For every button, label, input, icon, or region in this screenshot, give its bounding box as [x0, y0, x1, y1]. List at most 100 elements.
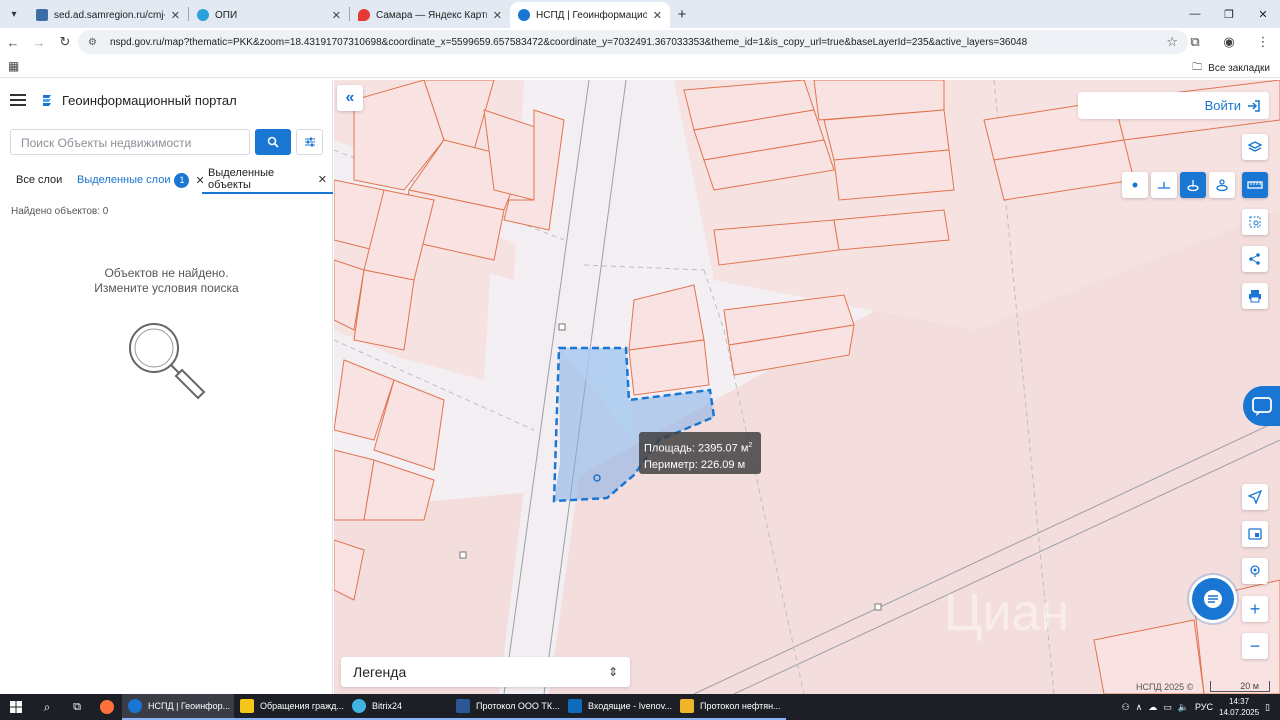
- new-tab-button[interactable]: +: [670, 6, 694, 23]
- collapse-sidebar-button[interactable]: «: [337, 85, 363, 111]
- chrome-icon: [128, 699, 142, 713]
- watermark: Циан: [944, 584, 1069, 642]
- radius-measure-icon: [1216, 179, 1228, 192]
- taskbar-app-6[interactable]: Протокол нефтян...: [674, 694, 786, 720]
- radius-tool-button[interactable]: [1209, 172, 1235, 198]
- all-bookmarks-button[interactable]: 🗀 Все закладки: [1192, 60, 1270, 77]
- profile-icon[interactable]: ◉: [1212, 34, 1246, 50]
- tab-title: ОПИ: [215, 9, 238, 21]
- extensions-icon[interactable]: ⧉: [1178, 34, 1212, 50]
- browser-tab-3[interactable]: Самара — Яндекс Карты ✕: [350, 2, 510, 28]
- portal-logo-icon: [43, 95, 51, 106]
- site-info-icon[interactable]: ⚙: [88, 37, 102, 48]
- zoom-out-button[interactable]: −: [1242, 633, 1268, 659]
- close-tab-icon[interactable]: ✕: [332, 9, 341, 22]
- tab-selected-layers[interactable]: Выделенные слои 1 ✕: [77, 166, 205, 194]
- portal-title: Геоинформационный портал: [62, 92, 237, 108]
- taskbar-app-1[interactable]: НСПД | Геоинфор...: [122, 694, 234, 720]
- task-view-icon[interactable]: ⧉: [62, 694, 92, 720]
- start-button[interactable]: [0, 694, 32, 720]
- layers-button[interactable]: [1242, 134, 1268, 160]
- url-text[interactable]: nspd.gov.ru/map?thematic=PKK&zoom=18.431…: [110, 37, 1150, 48]
- map-scale-bar: 20 м: [1210, 681, 1270, 692]
- print-icon: [1249, 290, 1261, 303]
- restore-icon[interactable]: ❐: [1212, 0, 1246, 28]
- notifications-icon[interactable]: ▯: [1265, 702, 1270, 713]
- apps-grid-icon[interactable]: ▦: [8, 59, 19, 73]
- taskbar-app-3[interactable]: Bitrix24: [346, 694, 450, 720]
- outlook-icon: [568, 699, 582, 713]
- clock[interactable]: 14:37 14.07.2025: [1219, 696, 1259, 718]
- point-tool-button[interactable]: [1122, 172, 1148, 198]
- expand-icon: ⇕: [607, 665, 618, 679]
- search-input[interactable]: Поиск Объекты недвижимости: [10, 129, 250, 155]
- login-label: Войти: [1204, 98, 1241, 113]
- user-icon[interactable]: ⚇: [1122, 702, 1130, 713]
- language-indicator[interactable]: РУС: [1195, 702, 1213, 712]
- clock-date: 14.07.2025: [1219, 708, 1260, 717]
- share-button[interactable]: [1242, 246, 1268, 272]
- login-button[interactable]: Войти: [1078, 92, 1269, 119]
- firefox-icon[interactable]: [92, 694, 122, 720]
- feedback-widget-button[interactable]: [1243, 386, 1280, 426]
- bookmark-star-icon[interactable]: ☆: [1166, 34, 1178, 50]
- plus-icon: +: [1249, 598, 1261, 619]
- search-button[interactable]: [255, 129, 291, 155]
- onedrive-icon[interactable]: ☁: [1148, 702, 1157, 713]
- close-icon[interactable]: ✕: [318, 173, 327, 186]
- volume-icon[interactable]: 🔈: [1178, 702, 1189, 713]
- survey-marker: [874, 603, 882, 611]
- sidebar: Геоинформационный портал Поиск Объекты н…: [0, 80, 333, 694]
- reload-icon[interactable]: ↻: [52, 34, 78, 50]
- tab-selected-objects[interactable]: Выделенные объекты ✕: [202, 166, 333, 194]
- word-icon: [456, 699, 470, 713]
- tab-title: НСПД | Геоинформационный: [536, 9, 647, 21]
- back-icon[interactable]: ←: [0, 35, 26, 50]
- taskbar-app-5[interactable]: Входящие - Ivenov...: [562, 694, 674, 720]
- map-copyright: НСПД 2025 ©: [1136, 682, 1194, 692]
- print-button[interactable]: [1242, 283, 1268, 309]
- forward-icon[interactable]: →: [26, 35, 52, 50]
- chat-icon: [1204, 590, 1222, 608]
- hamburger-menu-icon[interactable]: [10, 91, 26, 109]
- close-tab-icon[interactable]: ✕: [493, 9, 502, 22]
- geolocation-button[interactable]: [1242, 558, 1268, 584]
- minimize-icon[interactable]: —: [1178, 0, 1212, 28]
- taskbar-app-2[interactable]: Обращения гражд...: [234, 694, 346, 720]
- app-label: Входящие - Ivenov...: [588, 701, 673, 711]
- legend-dropdown[interactable]: Легенда ⇕: [341, 657, 630, 687]
- browser-tab-2[interactable]: ОПИ ✕: [189, 2, 349, 28]
- browser-tab-4-active[interactable]: НСПД | Геоинформационный ✕: [510, 2, 670, 28]
- minimap-button[interactable]: [1242, 521, 1268, 547]
- point-icon: [1132, 182, 1138, 188]
- area-tool-button[interactable]: [1180, 172, 1206, 198]
- tab-label: Все слои: [16, 174, 63, 186]
- filter-sliders-icon: [304, 137, 315, 147]
- app-label: Протокол нефтян...: [700, 701, 781, 711]
- mail-icon: [680, 699, 694, 713]
- folder-icon: 🗀: [1192, 62, 1203, 73]
- tab-all-layers[interactable]: Все слои: [16, 166, 62, 194]
- taskbar-search-icon[interactable]: ⌕: [32, 694, 62, 720]
- select-area-button[interactable]: [1242, 209, 1268, 235]
- chat-button[interactable]: [1192, 578, 1234, 620]
- show-hidden-icon[interactable]: ∧: [1136, 702, 1143, 713]
- ruler-button[interactable]: [1242, 172, 1268, 198]
- locate-button[interactable]: [1242, 484, 1268, 510]
- zoom-in-button[interactable]: +: [1242, 596, 1268, 622]
- network-icon[interactable]: ▭: [1163, 702, 1172, 713]
- browser-menu-icon[interactable]: ⋮: [1246, 34, 1280, 50]
- browser-tab-1[interactable]: sed.ad.samregion.ru/cmj-web/ ✕: [28, 2, 188, 28]
- windows-logo-icon: [10, 701, 22, 713]
- address-bar[interactable]: ⚙ nspd.gov.ru/map?thematic=PKK&zoom=18.4…: [78, 30, 1188, 54]
- taskbar-app-4[interactable]: Протокол ООО ТК...: [450, 694, 562, 720]
- all-bookmarks-label: Все закладки: [1208, 63, 1270, 74]
- geolocation-icon: [1250, 565, 1260, 577]
- site-favicon-icon: [36, 9, 48, 21]
- close-tab-icon[interactable]: ✕: [653, 9, 662, 22]
- tab-search-icon[interactable]: ▾: [0, 0, 28, 28]
- line-tool-button[interactable]: [1151, 172, 1177, 198]
- close-window-icon[interactable]: ✕: [1246, 0, 1280, 28]
- close-tab-icon[interactable]: ✕: [171, 9, 180, 22]
- filter-button[interactable]: [296, 129, 323, 155]
